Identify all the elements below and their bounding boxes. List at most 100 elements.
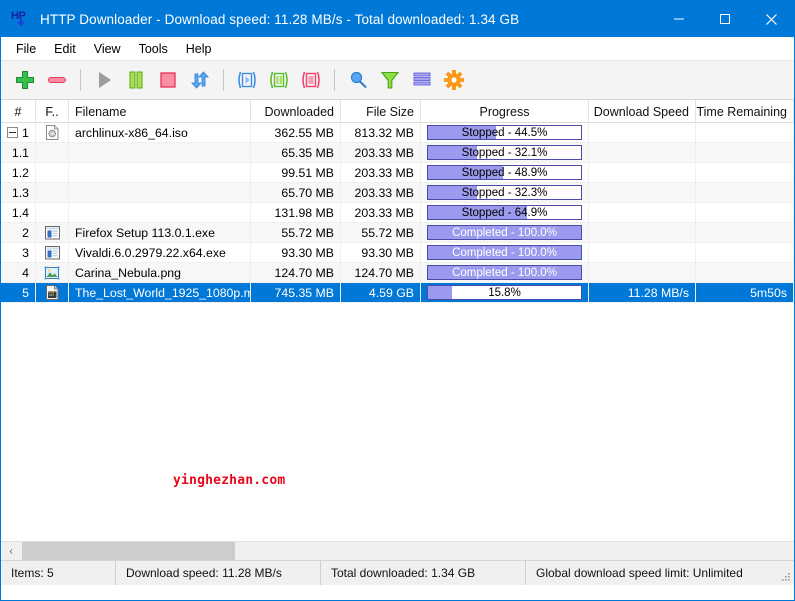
status-global-speed-limit: Global download speed limit: Unlimited	[536, 566, 743, 580]
minimize-button[interactable]	[656, 1, 702, 37]
column-header-number[interactable]: #	[1, 100, 36, 123]
cell-filesize: 203.33 MB	[341, 183, 421, 202]
start-all-button[interactable]	[231, 64, 263, 96]
cell-filetype-icon	[36, 143, 69, 162]
column-header-download-speed[interactable]: Download Speed	[589, 100, 696, 123]
progress-bar-label: Stopped - 44.5%	[461, 126, 548, 139]
table-row[interactable]: 1 archlinux-x86_64.iso 362.55 MB 813.32 MB S…	[1, 123, 794, 143]
options-button[interactable]	[438, 64, 470, 96]
stop-button[interactable]	[152, 64, 184, 96]
resize-grip-icon[interactable]	[781, 572, 791, 582]
column-header-downloaded[interactable]: Downloaded	[251, 100, 341, 123]
cell-filesize: 203.33 MB	[341, 203, 421, 222]
cell-filetype-icon	[36, 243, 69, 262]
remove-download-button[interactable]	[41, 64, 73, 96]
menu-view[interactable]: View	[85, 39, 130, 59]
cell-filename	[69, 143, 251, 162]
toolbar-separator-1	[80, 69, 81, 91]
cell-time-remaining	[696, 243, 794, 262]
cell-time-remaining	[696, 223, 794, 242]
cell-filesize: 203.33 MB	[341, 143, 421, 162]
cell-downloaded: 124.70 MB	[251, 263, 341, 282]
cell-filesize: 203.33 MB	[341, 163, 421, 182]
table-body: 1 archlinux-x86_64.iso 362.55 MB 813.32 MB S…	[1, 123, 794, 303]
maximize-button[interactable]	[702, 1, 748, 37]
menu-help[interactable]: Help	[177, 39, 221, 59]
status-download-speed: Download speed: 11.28 MB/s	[116, 561, 321, 585]
column-header-filetype[interactable]: F..	[36, 100, 69, 123]
table-row[interactable]: 3 Vivaldi.6.0.2979.22.x64.exe 93.30 MB 93.3…	[1, 243, 794, 263]
queue-button[interactable]	[406, 64, 438, 96]
expander-collapse-icon[interactable]	[7, 127, 18, 138]
column-header-filesize[interactable]: File Size	[341, 100, 421, 123]
cell-progress: Stopped - 44.5%	[421, 123, 589, 142]
table-row[interactable]: 1.3 65.70 MB 203.33 MB Stopped - 32.3%	[1, 183, 794, 203]
cell-filename: Carina_Nebula.png	[69, 263, 251, 282]
cell-download-speed	[589, 143, 696, 162]
cell-filesize: 124.70 MB	[341, 263, 421, 282]
progress-bar-label: Stopped - 32.1%	[461, 146, 548, 159]
cell-downloaded: 131.98 MB	[251, 203, 341, 222]
cell-number: 1.3	[1, 183, 36, 202]
menu-file[interactable]: File	[7, 39, 45, 59]
horizontal-scroll-thumb[interactable]	[22, 542, 235, 560]
cell-time-remaining	[696, 163, 794, 182]
menu-edit[interactable]: Edit	[45, 39, 85, 59]
column-header-time-remaining[interactable]: Time Remaining	[696, 100, 794, 123]
cell-number: 1.1	[1, 143, 36, 162]
search-button[interactable]	[342, 64, 374, 96]
add-download-button[interactable]	[9, 64, 41, 96]
column-header-filename[interactable]: Filename	[69, 100, 251, 123]
cell-progress: Stopped - 32.1%	[421, 143, 589, 162]
scroll-left-arrow-icon[interactable]: ‹	[1, 542, 21, 560]
row-number-label: 1	[22, 125, 29, 140]
cell-filetype-icon	[36, 283, 69, 302]
progress-bar: Stopped - 44.5%	[427, 125, 582, 140]
cell-time-remaining	[696, 123, 794, 142]
row-number-label: 1.1	[11, 145, 29, 160]
horizontal-scrollbar[interactable]: ‹	[1, 541, 794, 560]
window-title: HTTP Downloader - Download speed: 11.28 …	[40, 11, 520, 27]
table-row[interactable]: 2 Firefox Setup 113.0.1.exe 55.72 MB 55.72 …	[1, 223, 794, 243]
pause-all-button[interactable]	[263, 64, 295, 96]
gear-icon	[444, 70, 464, 90]
maximize-icon	[720, 14, 730, 24]
table-row[interactable]: 4 Carina_Nebula.png 124.70 MB 124.70 MB Comp…	[1, 263, 794, 283]
close-button[interactable]	[748, 1, 794, 37]
cell-download-speed	[589, 163, 696, 182]
status-total-downloaded: Total downloaded: 1.34 GB	[321, 561, 526, 585]
start-button[interactable]	[88, 64, 120, 96]
cell-number: 2	[1, 223, 36, 242]
table-row[interactable]: 1.4 131.98 MB 203.33 MB Stopped - 64.9%	[1, 203, 794, 223]
title-bar[interactable]: H P HTTP Downloader - Download speed: 11…	[1, 1, 794, 37]
play-icon	[99, 72, 111, 88]
cell-downloaded: 362.55 MB	[251, 123, 341, 142]
application-exe-icon	[44, 245, 60, 259]
pause-button[interactable]	[120, 64, 152, 96]
stop-all-button[interactable]	[295, 64, 327, 96]
progress-bar-label: 15.8%	[488, 286, 521, 299]
image-file-icon	[44, 266, 60, 279]
table-row[interactable]: 1.1 65.35 MB 203.33 MB Stopped - 32.1%	[1, 143, 794, 163]
cell-download-speed	[589, 183, 696, 202]
cell-filename	[69, 203, 251, 222]
table-row[interactable]: 1.2 99.51 MB 203.33 MB Stopped - 48.9%	[1, 163, 794, 183]
restart-button[interactable]	[184, 64, 216, 96]
column-header-progress[interactable]: Progress	[421, 100, 589, 123]
row-number-label: 1.4	[11, 205, 29, 220]
cell-filename: archlinux-x86_64.iso	[69, 123, 251, 142]
cell-time-remaining	[696, 143, 794, 162]
cell-filetype-icon	[36, 123, 69, 142]
filter-button[interactable]	[374, 64, 406, 96]
cell-progress: Completed - 100.0%	[421, 243, 589, 262]
cell-download-speed: 11.28 MB/s	[589, 283, 696, 302]
progress-bar-label: Stopped - 64.9%	[461, 206, 548, 219]
download-list: # F.. Filename Downloaded File Size Prog…	[1, 100, 794, 541]
funnel-icon	[380, 71, 400, 89]
progress-bar-label: Completed - 100.0%	[452, 226, 557, 239]
table-row[interactable]: 5 The_Lost_World_1925_1080p.mkv 745.35 MB 4…	[1, 283, 794, 303]
row-number-label: 2	[22, 225, 29, 240]
menu-tools[interactable]: Tools	[130, 39, 177, 59]
cell-filetype-icon	[36, 163, 69, 182]
start-all-icon	[238, 71, 256, 89]
